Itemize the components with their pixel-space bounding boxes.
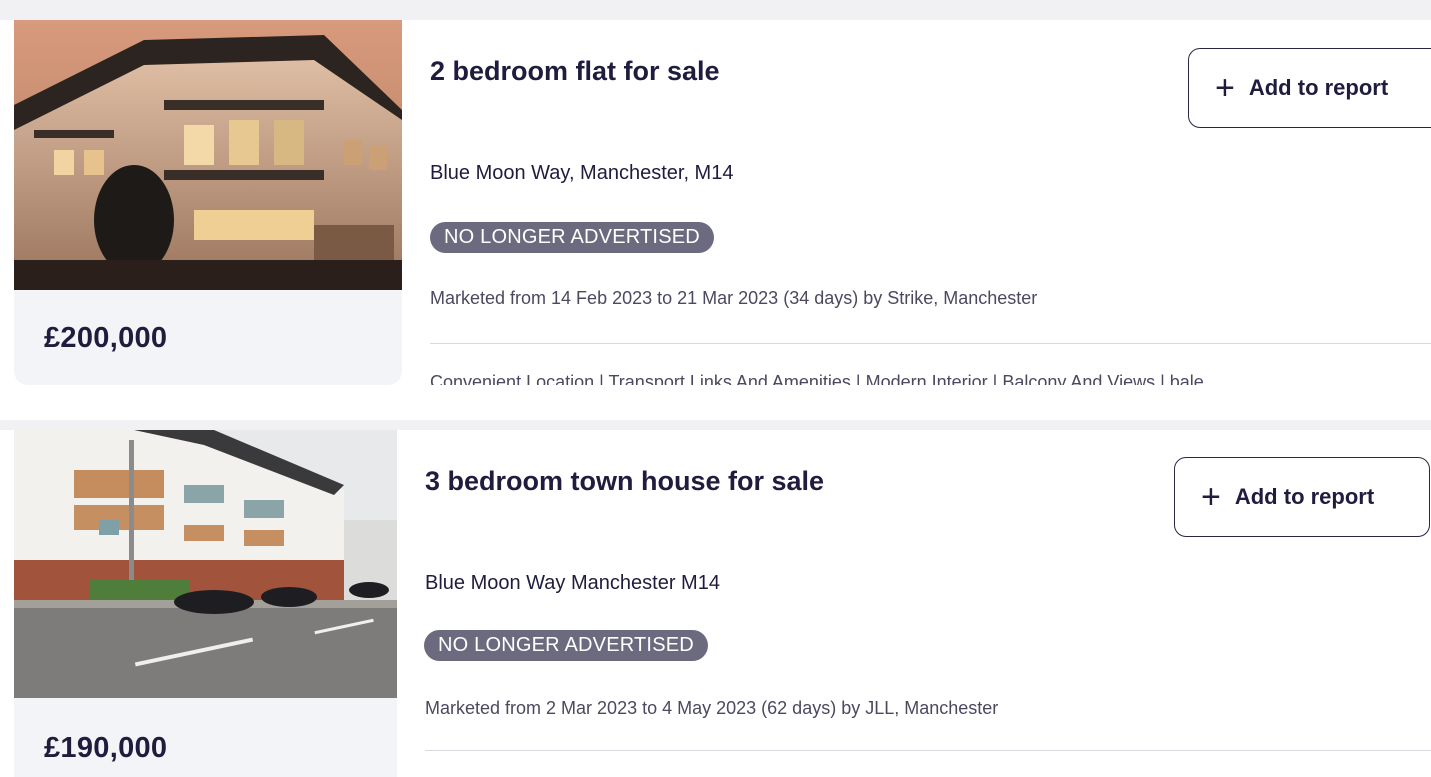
listing-card[interactable]: £190,000 3 bedroom town house for sale +… xyxy=(0,420,1431,777)
plus-icon: + xyxy=(1201,478,1221,516)
listing-title[interactable]: 3 bedroom town house for sale xyxy=(425,466,824,497)
listing-address: Blue Moon Way, Manchester, M14 xyxy=(430,162,734,184)
marketed-info: Marketed from 14 Feb 2023 to 21 Mar 2023… xyxy=(430,288,1038,308)
divider xyxy=(425,750,1431,751)
listing-price: £200,000 xyxy=(44,322,168,354)
building-photo-2 xyxy=(14,430,397,698)
marketed-info: Marketed from 2 Mar 2023 to 4 May 2023 (… xyxy=(425,698,999,718)
add-to-report-button[interactable]: + Add to report xyxy=(1188,48,1431,128)
building-photo-1 xyxy=(14,20,402,290)
listing-media: £200,000 xyxy=(14,20,402,385)
listing-card[interactable]: £200,000 2 bedroom flat for sale + Add t… xyxy=(0,20,1431,385)
property-photo[interactable] xyxy=(14,430,397,698)
add-to-report-label: Add to report xyxy=(1248,75,1389,100)
status-badge: NO LONGER ADVERTISED xyxy=(430,222,714,253)
listing-title[interactable]: 2 bedroom flat for sale xyxy=(430,56,720,87)
listing-features: Convenient Location | Transport Links An… xyxy=(430,372,1204,385)
add-to-report-label: Add to report xyxy=(1234,484,1375,509)
add-to-report-button[interactable]: + Add to report xyxy=(1174,457,1430,537)
property-photo[interactable] xyxy=(14,20,402,290)
listing-address: Blue Moon Way Manchester M14 xyxy=(425,572,720,594)
plus-icon: + xyxy=(1215,69,1235,107)
listing-media: £190,000 xyxy=(14,430,397,777)
listing-price: £190,000 xyxy=(44,732,168,764)
top-separator xyxy=(0,0,1431,20)
status-badge: NO LONGER ADVERTISED xyxy=(424,630,708,661)
divider xyxy=(430,343,1431,344)
